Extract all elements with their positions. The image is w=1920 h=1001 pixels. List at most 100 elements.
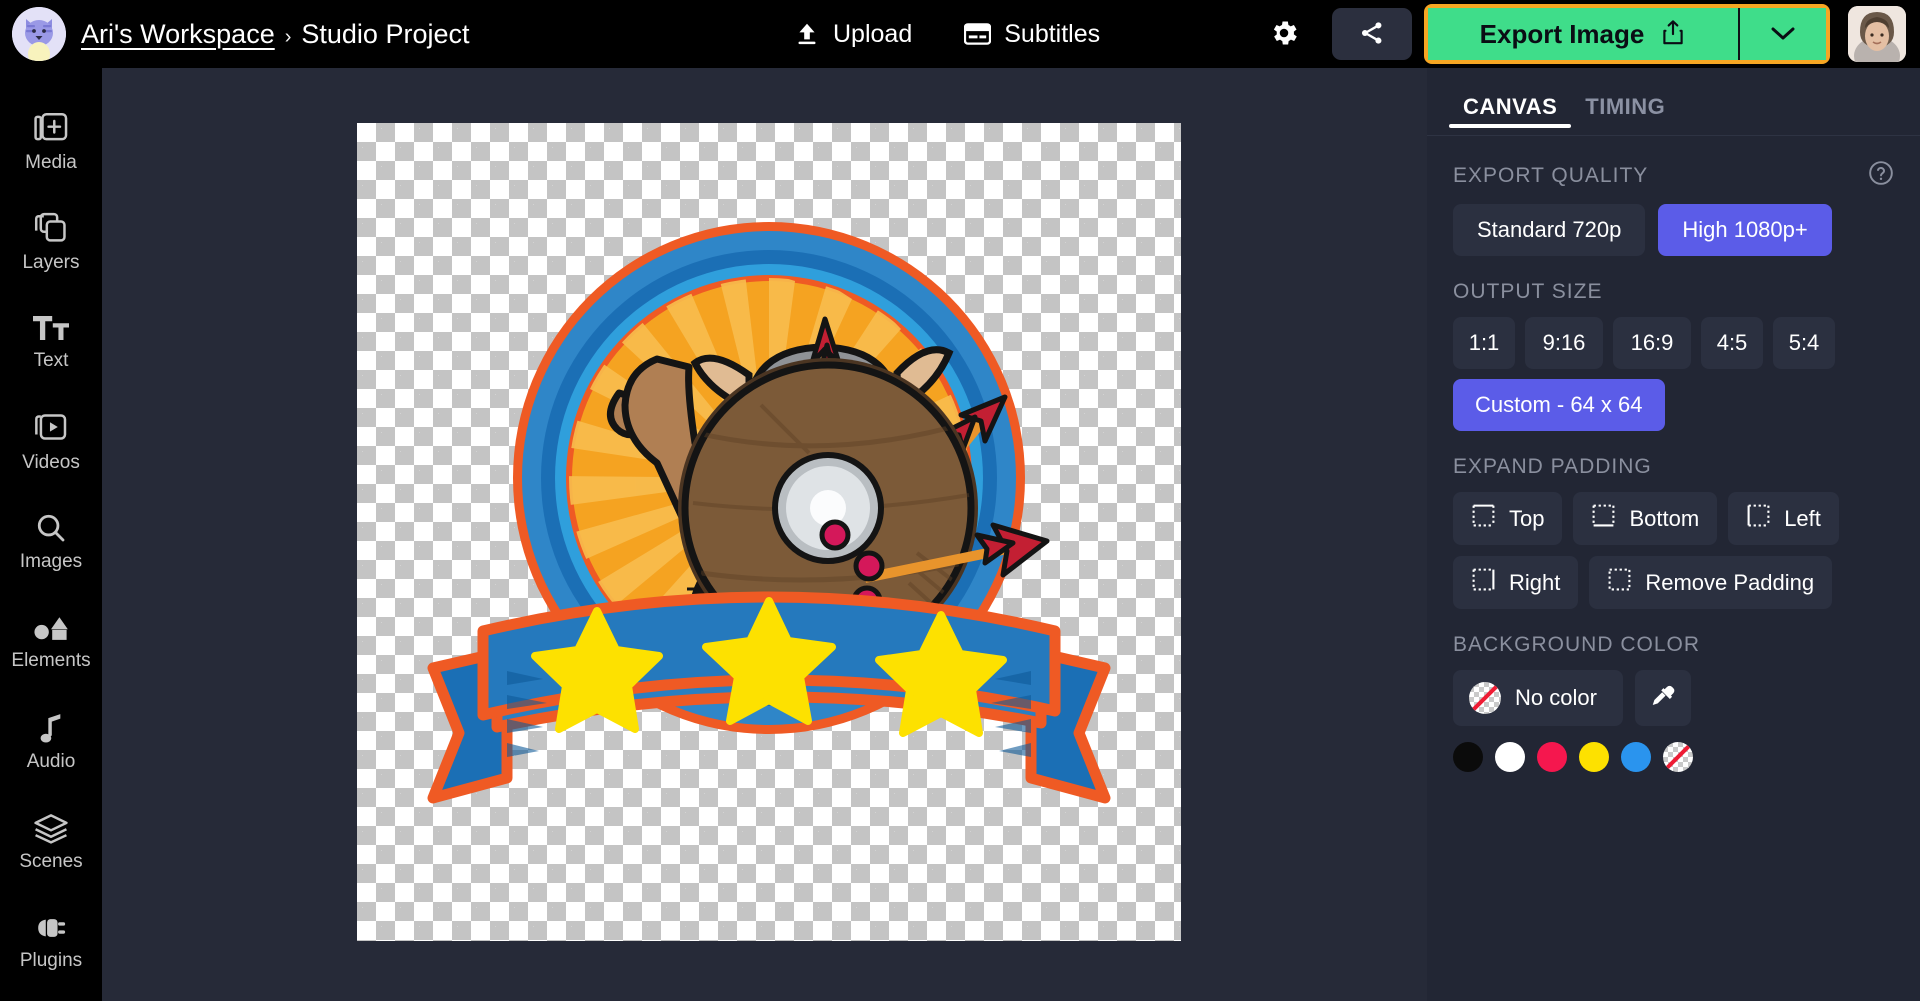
swatch-yellow[interactable]: [1579, 742, 1609, 772]
sidebar-item-media[interactable]: Media: [0, 92, 102, 192]
breadcrumb-separator: ›: [284, 25, 292, 48]
sidebar-item-text[interactable]: Text: [0, 292, 102, 392]
chevron-down-icon: [1769, 24, 1797, 45]
sidebar-item-label: Videos: [22, 451, 80, 473]
panel-tabs: CANVAS TIMING: [1427, 68, 1920, 136]
output-size-header: OUTPUT SIZE: [1453, 280, 1894, 304]
share-icon: [1358, 19, 1386, 50]
remove-padding-button[interactable]: Remove Padding: [1589, 556, 1833, 609]
subtitles-label: Subtitles: [1004, 19, 1101, 48]
upload-button[interactable]: Upload: [790, 14, 916, 55]
top-bar: Ari's Workspace › Studio Project Upload: [0, 0, 1920, 68]
export-quality-header: EXPORT QUALITY: [1453, 160, 1894, 191]
video-play-icon: [34, 411, 68, 445]
padding-top-icon: [1471, 503, 1496, 534]
expand-padding-section: EXPAND PADDING Top Bottom Left Right Rem…: [1427, 455, 1920, 609]
background-color-title: BACKGROUND COLOR: [1453, 633, 1701, 656]
swatch-white[interactable]: [1495, 742, 1525, 772]
left-sidebar: Media Layers Text Videos Images Elements…: [0, 68, 102, 1001]
shapes-icon: [33, 613, 69, 643]
sidebar-item-plugins[interactable]: Plugins: [0, 892, 102, 992]
music-note-icon: [37, 712, 65, 744]
tab-timing[interactable]: TIMING: [1571, 86, 1679, 136]
settings-button[interactable]: [1262, 12, 1306, 56]
sidebar-item-images[interactable]: Images: [0, 492, 102, 592]
tab-canvas[interactable]: CANVAS: [1449, 86, 1572, 136]
padding-bottom-label: Bottom: [1629, 505, 1700, 531]
custom-size-button[interactable]: Custom - 64 x 64: [1453, 379, 1665, 431]
share-button[interactable]: [1332, 8, 1412, 60]
workspace-link[interactable]: Ari's Workspace: [81, 19, 275, 50]
padding-top-label: Top: [1509, 505, 1545, 531]
export-quality-title: EXPORT QUALITY: [1453, 163, 1649, 187]
sidebar-item-label: Audio: [26, 750, 76, 772]
layers-copy-icon: [34, 211, 68, 245]
background-color-header: BACKGROUND COLOR: [1453, 633, 1894, 657]
expand-padding-header: EXPAND PADDING: [1453, 455, 1894, 479]
project-title: Studio Project: [301, 18, 470, 49]
text-tt-icon: [33, 313, 69, 343]
export-button-group: Export Image: [1424, 4, 1830, 64]
ratio-9-16[interactable]: 9:16: [1525, 317, 1603, 369]
sidebar-item-audio[interactable]: Audio: [0, 692, 102, 792]
padding-remove-icon: [1607, 567, 1632, 598]
swatch-red[interactable]: [1537, 742, 1567, 772]
canvas-stage[interactable]: [102, 68, 1427, 1001]
padding-left-icon: [1746, 503, 1771, 534]
swatch-blue[interactable]: [1621, 742, 1651, 772]
cat-avatar-icon: [12, 7, 66, 61]
ratio-16-9[interactable]: 16:9: [1613, 317, 1691, 369]
sidebar-item-label: Text: [33, 349, 69, 371]
no-color-button[interactable]: No color: [1453, 670, 1623, 726]
export-quality-section: EXPORT QUALITY Standard 720p High 1080p+: [1427, 160, 1920, 256]
viking-warrior-badge-artwork[interactable]: [357, 123, 1181, 941]
padding-right-button[interactable]: Right: [1453, 556, 1579, 609]
tabs-divider: [1427, 135, 1920, 136]
subtitles-button[interactable]: Subtitles: [960, 14, 1104, 55]
padding-bottom-button[interactable]: Bottom: [1573, 492, 1718, 545]
ratio-5-4[interactable]: 5:4: [1773, 317, 1835, 369]
user-photo-avatar-icon: [1848, 6, 1906, 62]
upload-label: Upload: [833, 19, 913, 48]
padding-left-button[interactable]: Left: [1728, 492, 1839, 545]
padding-top-button[interactable]: Top: [1453, 492, 1563, 545]
output-size-title: OUTPUT SIZE: [1453, 280, 1603, 303]
sidebar-item-label: Images: [19, 550, 83, 572]
quality-high-1080p[interactable]: High 1080p+: [1658, 204, 1832, 256]
padding-right-icon: [1471, 567, 1496, 598]
background-color-swatches: [1453, 742, 1894, 772]
gear-icon: [1268, 17, 1300, 52]
subtitles-icon: [964, 23, 992, 45]
app-root: Ari's Workspace › Studio Project Upload: [0, 0, 1920, 1001]
canvas-transparent-background[interactable]: [357, 123, 1181, 941]
expand-padding-title: EXPAND PADDING: [1453, 455, 1652, 478]
export-image-button[interactable]: Export Image: [1428, 8, 1740, 60]
sidebar-item-elements[interactable]: Elements: [0, 592, 102, 692]
output-size-ratios: 1:1 9:16 16:9 4:5 5:4: [1453, 317, 1894, 369]
background-color-section: BACKGROUND COLOR No color: [1427, 633, 1920, 772]
padding-right-label: Right: [1509, 569, 1561, 595]
top-center-tools: Upload Subtitles: [790, 0, 1104, 68]
sidebar-item-scenes[interactable]: Scenes: [0, 792, 102, 892]
export-options-caret[interactable]: [1740, 8, 1826, 60]
sidebar-item-label: Plugins: [19, 949, 83, 971]
user-avatar[interactable]: [1848, 6, 1906, 62]
output-size-section: OUTPUT SIZE 1:1 9:16 16:9 4:5 5:4 Custom…: [1427, 280, 1920, 431]
swatch-black[interactable]: [1453, 742, 1483, 772]
no-color-label: No color: [1515, 685, 1597, 710]
ratio-1-1[interactable]: 1:1: [1453, 317, 1515, 369]
cat-avatar[interactable]: [12, 7, 66, 61]
sidebar-item-videos[interactable]: Videos: [0, 392, 102, 492]
swatch-transparent[interactable]: [1663, 742, 1693, 772]
background-color-controls: No color: [1453, 670, 1894, 726]
quality-standard-720p[interactable]: Standard 720p: [1453, 204, 1646, 256]
ratio-4-5[interactable]: 4:5: [1701, 317, 1763, 369]
eyedropper-button[interactable]: [1634, 670, 1691, 726]
question-circle-icon[interactable]: [1868, 160, 1894, 191]
eyedropper-icon: [1649, 683, 1677, 714]
padding-bottom-icon: [1591, 503, 1616, 534]
no-color-swatch-icon: [1469, 682, 1501, 714]
sidebar-item-layers[interactable]: Layers: [0, 192, 102, 292]
search-icon: [35, 512, 67, 544]
padding-left-label: Left: [1784, 505, 1821, 531]
